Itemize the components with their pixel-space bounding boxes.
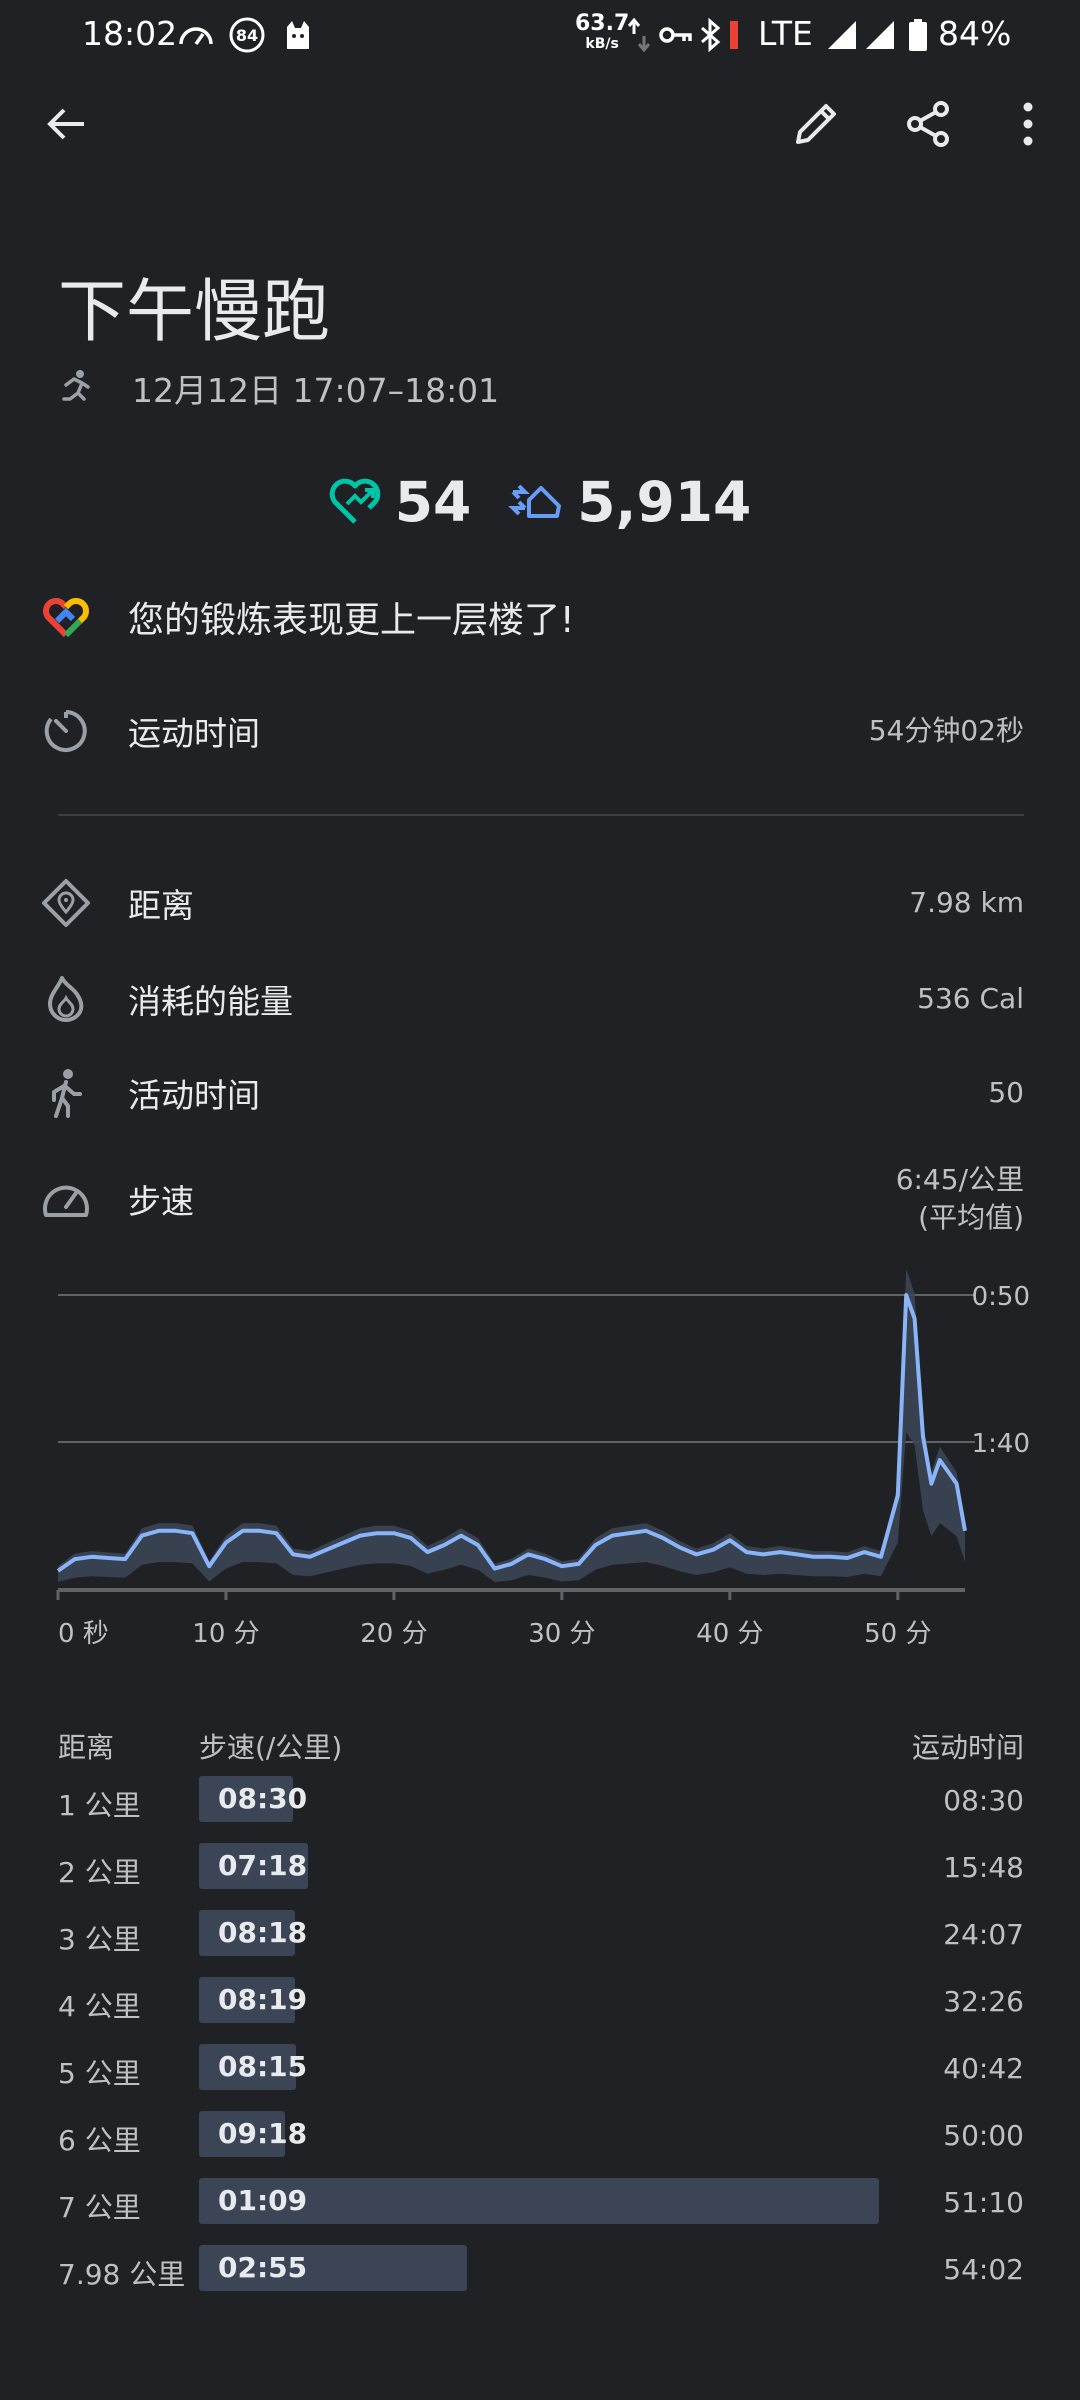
summary-metrics: 54 5,914 bbox=[0, 470, 1080, 534]
flame-icon bbox=[40, 973, 92, 1025]
split-distance: 5 公里 bbox=[58, 2057, 141, 2090]
split-cumulative-time: 24:07 bbox=[943, 1918, 1024, 1951]
split-distance: 7.98 公里 bbox=[58, 2258, 186, 2291]
notification-count-icon: 84 bbox=[228, 16, 266, 54]
speedometer-icon bbox=[40, 1173, 92, 1225]
pencil-icon bbox=[796, 104, 836, 144]
achievement-row: 您的锻炼表现更上一层楼了! bbox=[0, 582, 1080, 652]
network-type: LTE bbox=[758, 14, 813, 53]
split-distance: 4 公里 bbox=[58, 1990, 141, 2023]
split-cumulative-time: 51:10 bbox=[943, 2186, 1024, 2219]
location-diamond-icon bbox=[40, 877, 92, 929]
split-distance: 6 公里 bbox=[58, 2124, 141, 2157]
split-cumulative-time: 15:48 bbox=[943, 1851, 1024, 1884]
heart-points-icon bbox=[329, 478, 381, 524]
split-cumulative-time: 32:26 bbox=[943, 1985, 1024, 2018]
stat-row-energy: 消耗的能量 536 Cal bbox=[0, 964, 1080, 1034]
share-button[interactable] bbox=[900, 96, 956, 152]
vpn-key-icon bbox=[658, 16, 692, 54]
pace-value: 6:45/公里 (平均值) bbox=[895, 1163, 1024, 1234]
stat-row-move-minutes: 活动时间 50 bbox=[0, 1058, 1080, 1128]
split-pace: 01:09 bbox=[218, 2184, 308, 2217]
stat-row-pace: 步速 6:45/公里 (平均值) bbox=[0, 1163, 1080, 1234]
split-pace: 02:55 bbox=[218, 2251, 308, 2284]
split-distance: 1 公里 bbox=[58, 1789, 141, 1822]
split-pace: 08:15 bbox=[218, 2050, 308, 2083]
split-cumulative-time: 54:02 bbox=[943, 2253, 1024, 2286]
back-arrow-icon bbox=[47, 108, 84, 140]
split-row: 4 公里 08:19 32:26 bbox=[58, 1971, 1024, 2038]
battery-icon bbox=[908, 16, 928, 54]
steps-icon bbox=[508, 484, 562, 518]
y-tick-label: 1:40 bbox=[972, 1429, 1030, 1459]
edit-button[interactable] bbox=[788, 96, 844, 152]
header-distance: 距离 bbox=[58, 1731, 115, 1764]
split-pace: 07:18 bbox=[218, 1849, 308, 1882]
stat-row-duration: 运动时间 54分钟02秒 bbox=[0, 696, 1080, 766]
split-distance: 3 公里 bbox=[58, 1923, 141, 1956]
alert-icon bbox=[728, 16, 740, 54]
data-arrows-icon bbox=[628, 16, 650, 54]
header-time: 运动时间 bbox=[911, 1731, 1024, 1764]
back-button[interactable] bbox=[38, 96, 94, 152]
x-tick-label: 10 分 bbox=[192, 1619, 259, 1649]
status-bar: 18:02 84 63.7 kB/s LTE 84% bbox=[0, 0, 1080, 70]
split-pace: 09:18 bbox=[218, 2117, 308, 2150]
split-cumulative-time: 50:00 bbox=[943, 2119, 1024, 2152]
x-tick-label: 40 分 bbox=[696, 1619, 763, 1649]
walking-icon bbox=[40, 1067, 92, 1119]
gauge-icon bbox=[176, 16, 216, 54]
cat-app-icon bbox=[282, 16, 314, 54]
y-tick-label: 0:50 bbox=[972, 1282, 1030, 1312]
status-time: 18:02 bbox=[82, 14, 178, 53]
split-distance: 2 公里 bbox=[58, 1856, 141, 1889]
header-pace: 步速(/公里) bbox=[199, 1731, 343, 1764]
split-row: 1 公里 08:30 08:30 bbox=[58, 1770, 1024, 1837]
more-options-button[interactable] bbox=[1000, 96, 1056, 152]
battery-percent: 84% bbox=[938, 14, 1012, 53]
workout-datetime: 12月12日 17:07–18:01 bbox=[58, 364, 499, 412]
google-fit-heart-icon bbox=[40, 591, 92, 643]
divider bbox=[58, 814, 1024, 816]
network-speed: 63.7 kB/s bbox=[575, 11, 630, 53]
splits-rows: 1 公里 08:30 08:30 2 公里 07:18 15:48 3 公里 08:18 24:… bbox=[58, 1770, 1024, 2306]
workout-title: 下午慢跑 bbox=[58, 273, 331, 352]
split-row: 2 公里 07:18 15:48 bbox=[58, 1837, 1024, 1904]
split-pace: 08:18 bbox=[218, 1916, 308, 1949]
x-tick-label: 20 分 bbox=[360, 1619, 427, 1649]
app-bar bbox=[0, 80, 1080, 170]
badge-count: 84 bbox=[236, 26, 258, 45]
splits-table: 距离 步速(/公里) 运动时间 1 公里 08:30 08:30 2 公里 07:18 1… bbox=[58, 1720, 1024, 2306]
stat-row-distance: 距离 7.98 km bbox=[0, 868, 1080, 938]
steps: 5,914 bbox=[507, 470, 751, 534]
timer-icon bbox=[40, 705, 92, 757]
splits-header: 距离 步速(/公里) 运动时间 bbox=[58, 1720, 1024, 1770]
x-tick-label: 0 秒 bbox=[58, 1619, 109, 1649]
signal-icon-1 bbox=[826, 16, 858, 54]
split-row: 3 公里 08:18 24:07 bbox=[58, 1904, 1024, 1971]
pace-chart: 0:50 1:40 0 秒 10 分 20 分 30 分 40 分 50 分 bbox=[56, 1270, 1030, 1649]
heart-points: 54 bbox=[329, 470, 471, 534]
split-cumulative-time: 40:42 bbox=[943, 2052, 1024, 2085]
split-row: 6 公里 09:18 50:00 bbox=[58, 2105, 1024, 2172]
split-distance: 7 公里 bbox=[58, 2191, 141, 2224]
split-pace: 08:30 bbox=[218, 1782, 308, 1815]
split-cumulative-time: 08:30 bbox=[943, 1784, 1024, 1817]
x-tick-label: 30 分 bbox=[528, 1619, 595, 1649]
split-pace: 08:19 bbox=[218, 1983, 308, 2016]
x-tick-label: 50 分 bbox=[864, 1619, 931, 1649]
running-icon bbox=[58, 369, 98, 407]
split-row: 5 公里 08:15 40:42 bbox=[58, 2038, 1024, 2105]
bluetooth-icon bbox=[698, 16, 724, 54]
achievement-text: 您的锻炼表现更上一层楼了! bbox=[128, 600, 575, 641]
more-vert-icon bbox=[1023, 102, 1033, 146]
share-icon bbox=[907, 101, 949, 147]
split-row: 7.98 公里 02:55 54:02 bbox=[58, 2239, 1024, 2306]
split-row: 7 公里 01:09 51:10 bbox=[58, 2172, 1024, 2239]
signal-icon-2 bbox=[864, 16, 896, 54]
